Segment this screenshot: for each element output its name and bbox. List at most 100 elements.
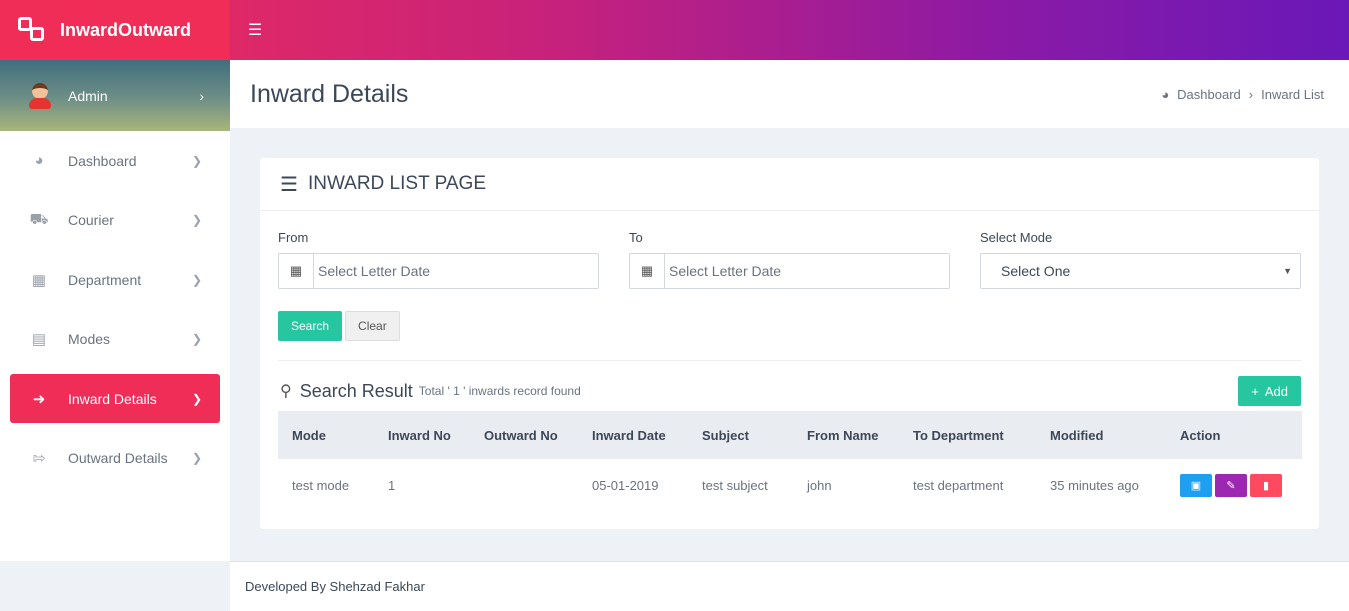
- calendar-icon: ▦: [630, 254, 665, 288]
- footer-text: Developed By Shehzad Fakhar: [245, 579, 425, 594]
- search-button[interactable]: Search: [278, 311, 343, 341]
- cell-inward-no: 1: [388, 478, 396, 493]
- sidebar-item-label: Courier: [68, 212, 114, 229]
- col-action: Action: [1166, 411, 1302, 459]
- action-buttons: ▣ ✎ ▮: [1180, 474, 1302, 497]
- sidebar-item-label: Modes: [68, 331, 111, 348]
- add-button[interactable]: + Add: [1238, 376, 1301, 406]
- building-icon: ▦: [31, 271, 47, 289]
- mode-select-value: Select One: [1001, 263, 1071, 279]
- to-group: To ▦: [629, 230, 950, 289]
- col-inward-date: Inward Date: [578, 411, 688, 459]
- sidebar-item-outward-details[interactable]: ⇰ Outward Details ❯: [0, 428, 230, 488]
- chevron-right-icon: ❯: [191, 272, 202, 287]
- breadcrumb-separator: ›: [1248, 86, 1254, 102]
- cell-subject: test subject: [702, 478, 768, 493]
- sidebar-item-department[interactable]: ▦ Department ❯: [0, 250, 230, 310]
- avatar: [28, 81, 52, 111]
- plus-icon: +: [1251, 383, 1259, 399]
- cell-outward-no: [470, 459, 578, 512]
- footer: Developed By Shehzad Fakhar: [230, 561, 1349, 611]
- col-subject: Subject: [688, 411, 793, 459]
- chevron-right-icon: ›: [199, 87, 204, 104]
- cell-action: ▣ ✎ ▮: [1166, 459, 1302, 512]
- col-inward-no: Inward No: [374, 411, 470, 459]
- cell-inward-date: 05-01-2019: [592, 478, 659, 493]
- from-date-input[interactable]: [314, 263, 598, 279]
- top-navbar: InwardOutward ☰: [0, 0, 1349, 60]
- filter-form: From ▦ To ▦ Select Mode Select One ▼: [278, 230, 1301, 289]
- app-name: InwardOutward: [60, 19, 192, 40]
- to-label: To: [629, 230, 643, 245]
- trash-icon: ▮: [1262, 480, 1270, 492]
- chevron-right-icon: ❯: [191, 450, 202, 465]
- breadcrumb: ◕ Dashboard › Inward List: [1161, 87, 1324, 102]
- truck-icon: ⛟: [29, 210, 49, 228]
- sidebar-item-courier[interactable]: ⛟ Courier ❯: [0, 191, 230, 251]
- to-date-field[interactable]: ▦: [629, 253, 950, 289]
- list-icon: ☰: [280, 173, 298, 196]
- chevron-right-icon: ❯: [191, 153, 202, 168]
- table-row: test mode 1 05-01-2019 test subject john…: [278, 459, 1302, 512]
- cell-to-department: test department: [913, 478, 1004, 493]
- divider: [278, 360, 1301, 361]
- content-header: Inward Details ◕ Dashboard › Inward List: [230, 60, 1349, 128]
- view-button[interactable]: ▣: [1180, 474, 1212, 497]
- from-group: From ▦: [278, 230, 599, 289]
- from-label: From: [278, 230, 309, 245]
- sign-out-icon: ⇰: [32, 449, 46, 467]
- mode-label: Select Mode: [980, 230, 1053, 245]
- sign-in-icon: ➜: [32, 390, 46, 408]
- chevron-right-icon: ❯: [191, 332, 202, 347]
- sidebar-item-modes[interactable]: ▤ Modes ❯: [0, 310, 230, 370]
- sidebar-item-label: Department: [68, 271, 142, 288]
- page-title: Inward Details: [250, 79, 409, 108]
- filter-buttons: Search Clear: [278, 311, 400, 341]
- col-mode: Mode: [278, 411, 374, 459]
- sidebar-item-label: Dashboard: [68, 152, 137, 169]
- result-header: ⚲ Search Result Total ' 1 ' inwards reco…: [280, 376, 1301, 406]
- user-name: Admin: [68, 87, 108, 104]
- chevron-right-icon: ❯: [191, 213, 202, 228]
- col-modified: Modified: [1036, 411, 1166, 459]
- sidebar: Admin › ◕ Dashboard ❯ ⛟ Courier ❯ ▦ Depa…: [0, 60, 230, 561]
- col-outward-no: Outward No: [470, 411, 578, 459]
- dashboard-icon: ◕: [1161, 86, 1170, 102]
- add-button-label: Add: [1264, 383, 1288, 399]
- sidebar-item-dashboard[interactable]: ◕ Dashboard ❯: [0, 131, 230, 191]
- inward-list-card: ☰ INWARD LIST PAGE From ▦ To ▦ Select Mo…: [260, 158, 1319, 529]
- card-header: ☰ INWARD LIST PAGE: [260, 158, 1319, 211]
- cell-modified: 35 minutes ago: [1050, 478, 1139, 493]
- col-from-name: From Name: [793, 411, 899, 459]
- card-title: INWARD LIST PAGE: [307, 173, 487, 194]
- calendar-icon: ▦: [279, 254, 314, 288]
- to-date-input[interactable]: [665, 263, 949, 279]
- clear-button[interactable]: Clear: [345, 311, 400, 341]
- clipboard-icon: ▣: [1190, 480, 1202, 492]
- result-count: Total ' 1 ' inwards record found: [418, 384, 581, 398]
- sidebar-item-label: Inward Details: [68, 390, 157, 407]
- user-panel[interactable]: Admin ›: [0, 60, 230, 131]
- brand[interactable]: InwardOutward: [0, 0, 230, 60]
- mode-select[interactable]: Select One ▼: [980, 253, 1301, 289]
- app-logo-icon: [18, 17, 48, 43]
- sidebar-item-label: Outward Details: [68, 449, 168, 466]
- sidebar-item-inward-details[interactable]: ➜ Inward Details ❯: [10, 374, 220, 423]
- breadcrumb-dashboard-link[interactable]: Dashboard: [1177, 87, 1241, 102]
- cell-from-name: john: [807, 478, 832, 493]
- edit-button[interactable]: ✎: [1215, 474, 1247, 497]
- delete-button[interactable]: ▮: [1250, 474, 1282, 497]
- from-date-field[interactable]: ▦: [278, 253, 599, 289]
- hamburger-icon: ☰: [247, 22, 263, 39]
- chevron-right-icon: ❯: [191, 391, 202, 406]
- mode-group: Select Mode Select One ▼: [980, 230, 1301, 289]
- inward-table: Mode Inward No Outward No Inward Date Su…: [278, 411, 1302, 512]
- menu-toggle-button[interactable]: ☰: [230, 0, 280, 60]
- pencil-icon: ✎: [1226, 480, 1236, 492]
- caret-down-icon: ▼: [1283, 266, 1292, 276]
- table-header-row: Mode Inward No Outward No Inward Date Su…: [278, 411, 1302, 459]
- result-title: Search Result: [299, 380, 413, 401]
- breadcrumb-current: Inward List: [1261, 86, 1324, 102]
- cell-mode: test mode: [292, 478, 350, 493]
- dashboard-icon: ◕: [34, 152, 44, 170]
